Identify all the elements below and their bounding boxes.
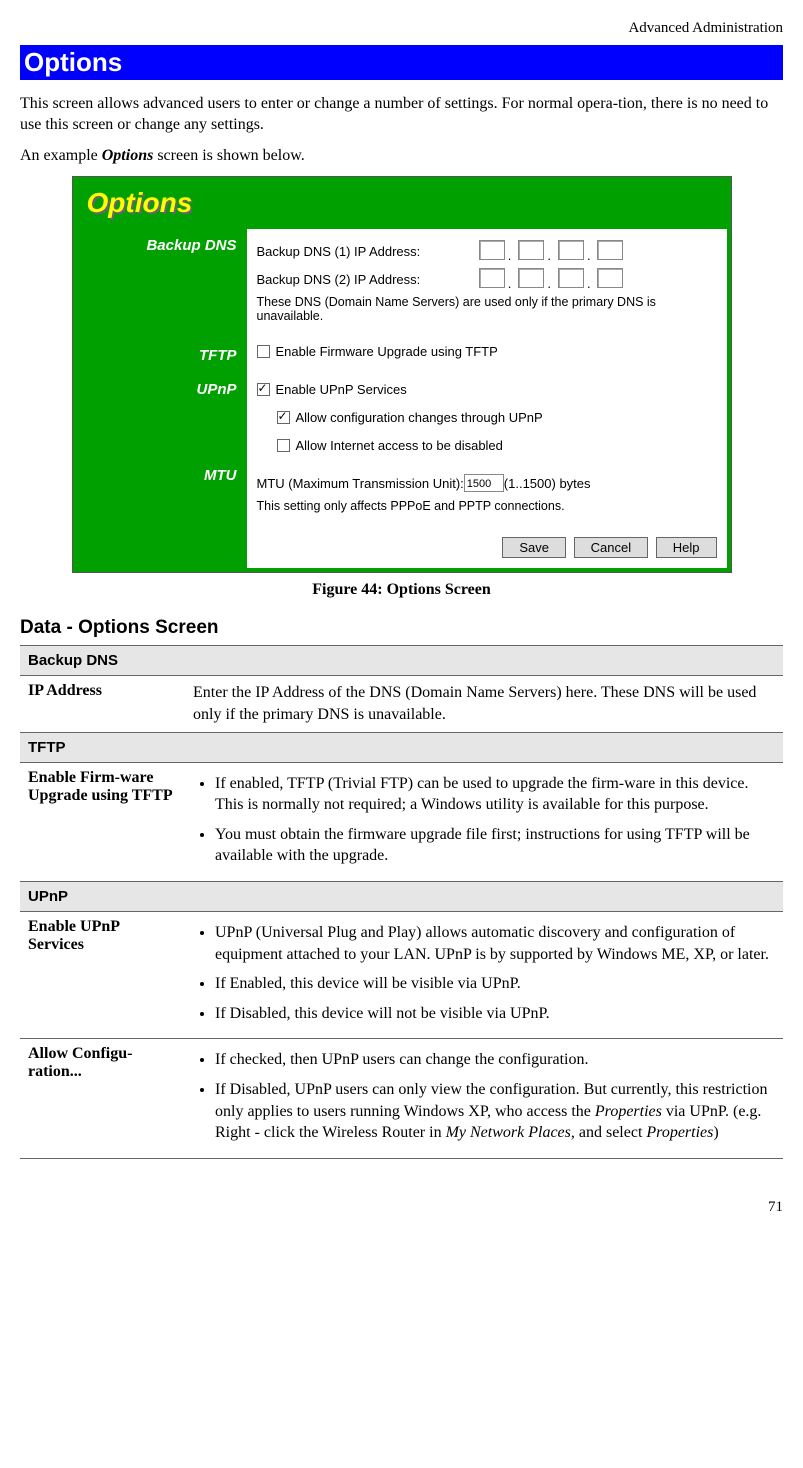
upnp-config-checkbox[interactable] <box>277 411 290 424</box>
dns2-oct1[interactable] <box>479 268 505 288</box>
page-header-right: Advanced Administration <box>20 20 783 37</box>
upnp-bullet-2: If Enabled, this device will be visible … <box>215 973 775 995</box>
options-data-table: Backup DNS IP Address Enter the IP Addre… <box>20 645 783 1158</box>
upnp-internet-label: Allow Internet access to be disabled <box>296 438 503 453</box>
screenshot-sidebar: Backup DNS TFTP UPnP MTU <box>77 229 247 568</box>
sidebar-mtu: MTU <box>77 461 237 491</box>
figure-caption: Figure 44: Options Screen <box>20 581 783 599</box>
page-title-banner: Options <box>20 45 783 80</box>
upnp-bullet-1: UPnP (Universal Plug and Play) allows au… <box>215 922 775 965</box>
dns1-oct2[interactable] <box>518 240 544 260</box>
mtu-label-a: MTU (Maximum Transmission Unit): <box>257 476 464 491</box>
tftp-bullet-1: If enabled, TFTP (Trivial FTP) can be us… <box>215 773 775 816</box>
dns1-oct4[interactable] <box>597 240 623 260</box>
upnp-config-label: Allow configuration changes through UPnP <box>296 410 543 425</box>
mtu-label-b: (1..1500) bytes <box>504 476 591 491</box>
dns2-oct3[interactable] <box>558 268 584 288</box>
row-upnp-enable-key: Enable UPnP Services <box>20 911 185 1038</box>
sidebar-upnp: UPnP <box>77 375 237 405</box>
dns2-oct2[interactable] <box>518 268 544 288</box>
row-tftp-val: If enabled, TFTP (Trivial FTP) can be us… <box>185 762 783 881</box>
dns2-label: Backup DNS (2) IP Address: <box>257 272 437 287</box>
allow-config-bullet-1: If checked, then UPnP users can change t… <box>215 1049 775 1071</box>
dns-note: These DNS (Domain Name Servers) are used… <box>257 295 697 323</box>
group-tftp: TFTP <box>20 732 783 762</box>
mtu-input[interactable]: 1500 <box>464 474 504 492</box>
upnp-bullet-3: If Disabled, this device will not be vis… <box>215 1003 775 1025</box>
row-allow-config-key: Allow Configu-ration... <box>20 1039 185 1158</box>
upnp-enable-label: Enable UPnP Services <box>276 382 407 397</box>
save-button[interactable]: Save <box>502 537 566 558</box>
group-backup-dns: Backup DNS <box>20 646 783 676</box>
row-ip-address-key: IP Address <box>20 676 185 732</box>
row-upnp-enable-val: UPnP (Universal Plug and Play) allows au… <box>185 911 783 1038</box>
row-tftp-key: Enable Firm-ware Upgrade using TFTP <box>20 762 185 881</box>
row-ip-address-val: Enter the IP Address of the DNS (Domain … <box>185 676 783 732</box>
tftp-checkbox-label: Enable Firmware Upgrade using TFTP <box>276 344 498 359</box>
sidebar-backup-dns: Backup DNS <box>77 231 237 261</box>
dns1-label: Backup DNS (1) IP Address: <box>257 244 437 259</box>
upnp-internet-checkbox[interactable] <box>277 439 290 452</box>
cancel-button[interactable]: Cancel <box>574 537 648 558</box>
page-number: 71 <box>20 1199 783 1216</box>
tftp-bullet-2: You must obtain the firmware upgrade fil… <box>215 824 775 867</box>
dns1-oct1[interactable] <box>479 240 505 260</box>
allow-config-bullet-2: If Disabled, UPnP users can only view th… <box>215 1079 775 1144</box>
screenshot-title: Options <box>77 181 727 229</box>
help-button[interactable]: Help <box>656 537 717 558</box>
section-subheading: Data - Options Screen <box>20 617 783 639</box>
intro-paragraph-2: An example Options screen is shown below… <box>20 146 783 167</box>
dns2-oct4[interactable] <box>597 268 623 288</box>
intro-paragraph-1: This screen allows advanced users to ent… <box>20 94 783 136</box>
tftp-checkbox[interactable] <box>257 345 270 358</box>
row-allow-config-val: If checked, then UPnP users can change t… <box>185 1039 783 1158</box>
options-screenshot: Options Backup DNS TFTP UPnP MTU Backup … <box>72 176 732 573</box>
mtu-note: This setting only affects PPPoE and PPTP… <box>257 499 697 513</box>
screenshot-main-panel: Backup DNS (1) IP Address: . . . Backup … <box>247 229 727 568</box>
group-upnp: UPnP <box>20 881 783 911</box>
dns1-oct3[interactable] <box>558 240 584 260</box>
upnp-enable-checkbox[interactable] <box>257 383 270 396</box>
sidebar-tftp: TFTP <box>77 341 237 371</box>
